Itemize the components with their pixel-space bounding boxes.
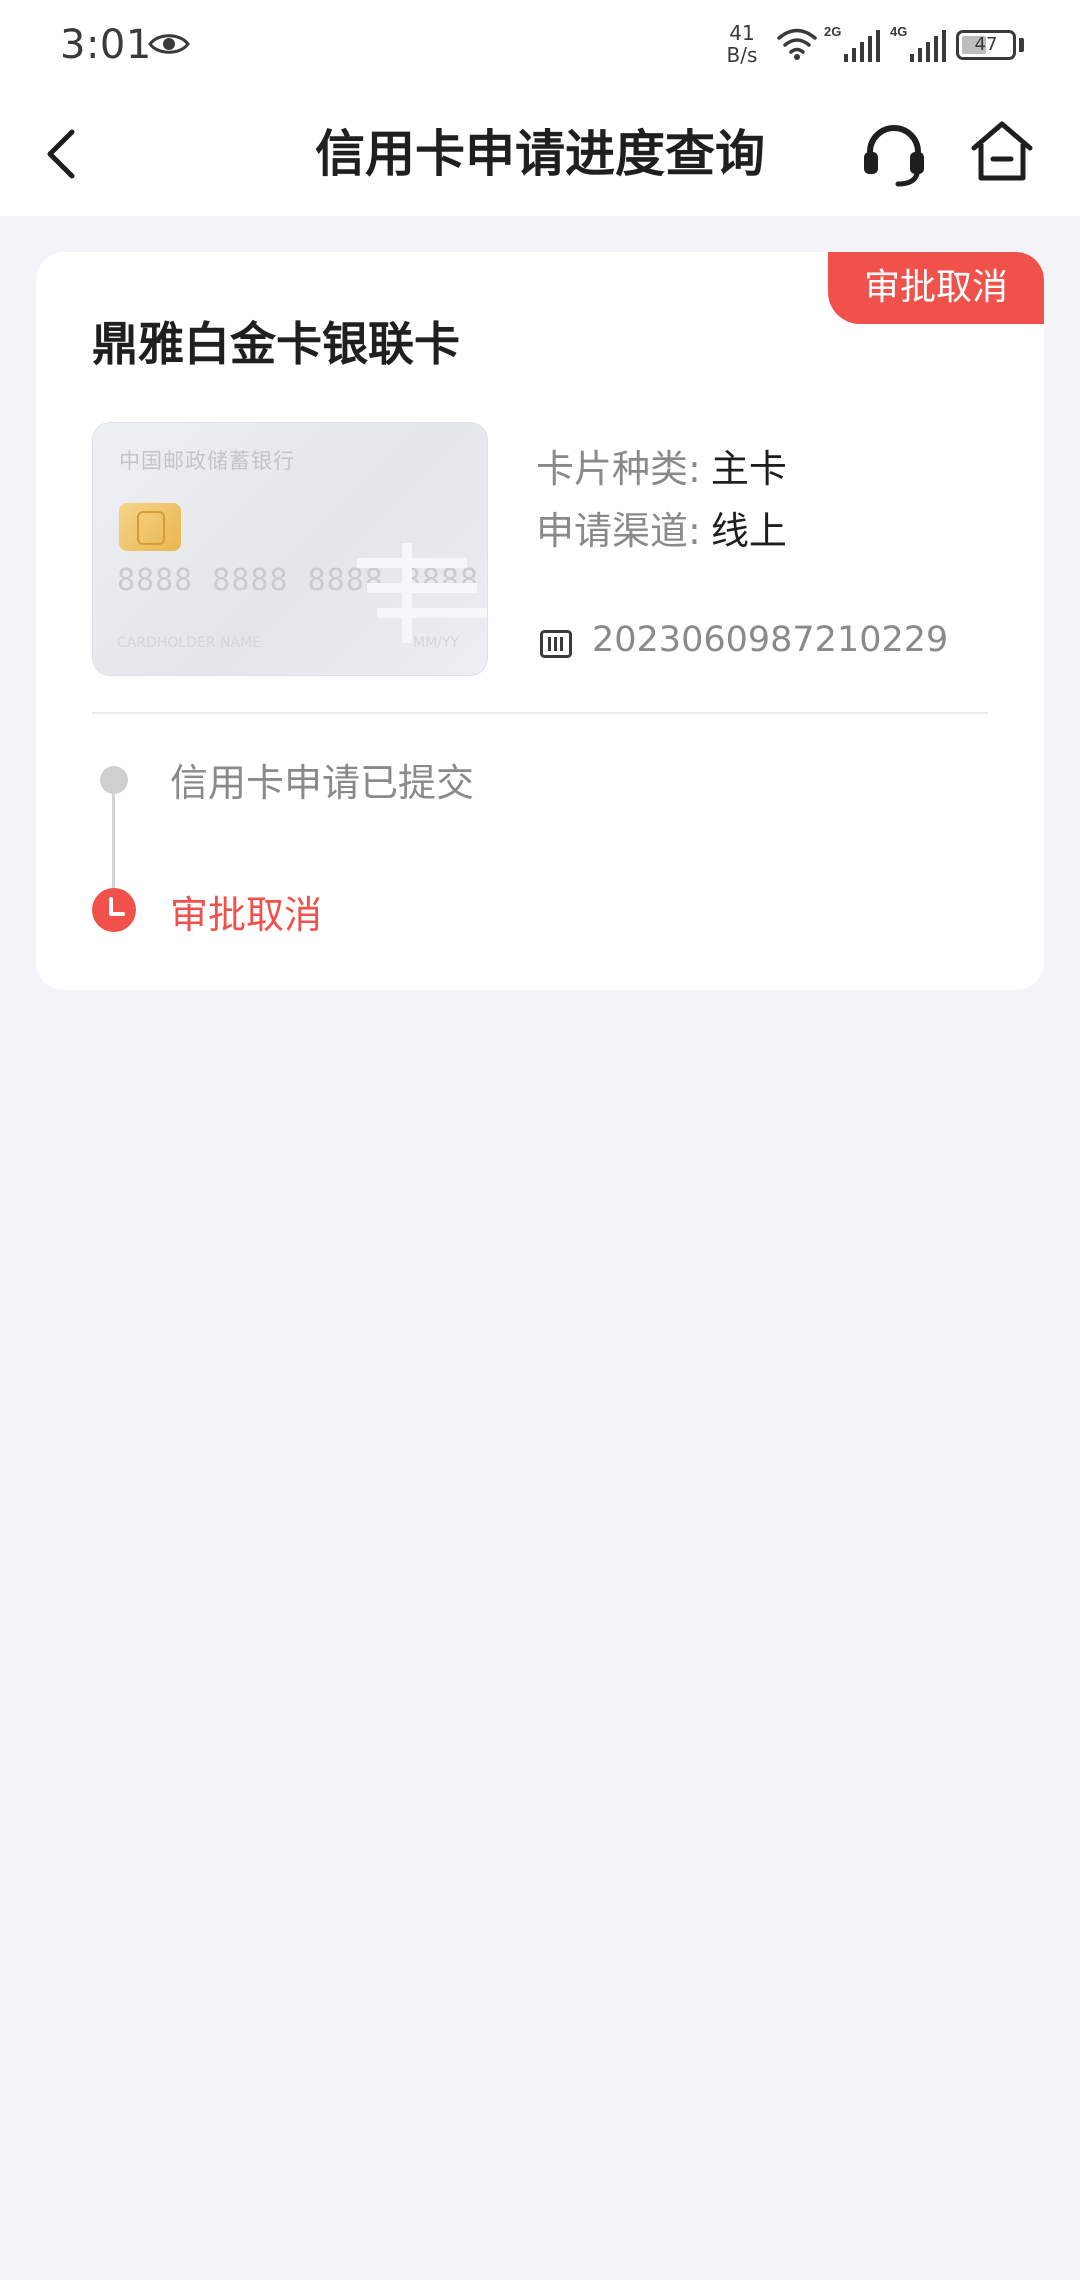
- battery-cap: [1019, 38, 1024, 52]
- wifi-icon: [776, 26, 818, 66]
- status-badge: 审批取消: [828, 252, 1044, 324]
- card-type-value: 主卡: [710, 447, 787, 491]
- svg-text:4G: 4G: [890, 24, 907, 39]
- card-product-name: 鼎雅白金卡银联卡: [92, 317, 460, 371]
- card-image: 中国邮政储蓄银行 8888 8888 8888 8888 CARDHOLDER …: [92, 422, 488, 676]
- divider: [92, 712, 988, 714]
- signal-4g-icon: 4G: [890, 22, 948, 70]
- timeline-line: [112, 780, 115, 896]
- status-time: 3:01: [60, 22, 152, 68]
- card-holder: CARDHOLDER NAME: [117, 635, 261, 651]
- card-bank-name: 中国邮政储蓄银行: [119, 449, 295, 473]
- eye-icon: [148, 30, 190, 62]
- battery-icon: 47: [956, 30, 1016, 60]
- channel-row: 申请渠道: 线上: [536, 500, 787, 555]
- headset-icon: [864, 125, 924, 187]
- card-chip: [119, 503, 181, 551]
- application-card[interactable]: 审批取消 鼎雅白金卡银联卡 中国邮政储蓄银行 8888 8888 8888 88…: [36, 252, 1044, 990]
- home-icon: [971, 121, 1033, 181]
- battery-level: 47: [974, 34, 998, 55]
- network-speed-unit: B/s: [726, 43, 758, 67]
- timeline-dot: [100, 766, 128, 794]
- card-type-label: 卡片种类:: [536, 447, 701, 491]
- bank-logo-watermark: [357, 543, 487, 643]
- timeline-step-submitted: 信用卡申请已提交: [170, 761, 475, 805]
- application-number-text: 2023060987210229: [592, 620, 949, 660]
- page-title: 信用卡申请进度查询: [315, 125, 765, 183]
- channel-label: 申请渠道:: [536, 509, 701, 553]
- network-speed: 41 B/s: [720, 22, 764, 66]
- network-speed-value: 41: [729, 21, 755, 45]
- chevron-left-icon: [47, 129, 75, 179]
- back-button[interactable]: [36, 122, 96, 186]
- channel-value: 线上: [710, 509, 787, 553]
- barcode-icon: [540, 630, 572, 658]
- nav-bar: 信用卡申请进度查询: [0, 92, 1080, 216]
- customer-service-button[interactable]: [858, 118, 930, 190]
- timeline-step-cancelled: 审批取消: [170, 893, 323, 937]
- card-type-row: 卡片种类: 主卡: [536, 438, 787, 493]
- signal-2g-icon: 2G: [824, 22, 882, 70]
- home-button[interactable]: [966, 116, 1038, 188]
- svg-text:2G: 2G: [824, 24, 841, 39]
- status-bar: 3:01 41 B/s 2G 4G 47: [0, 0, 1080, 92]
- clock-icon: [92, 888, 136, 932]
